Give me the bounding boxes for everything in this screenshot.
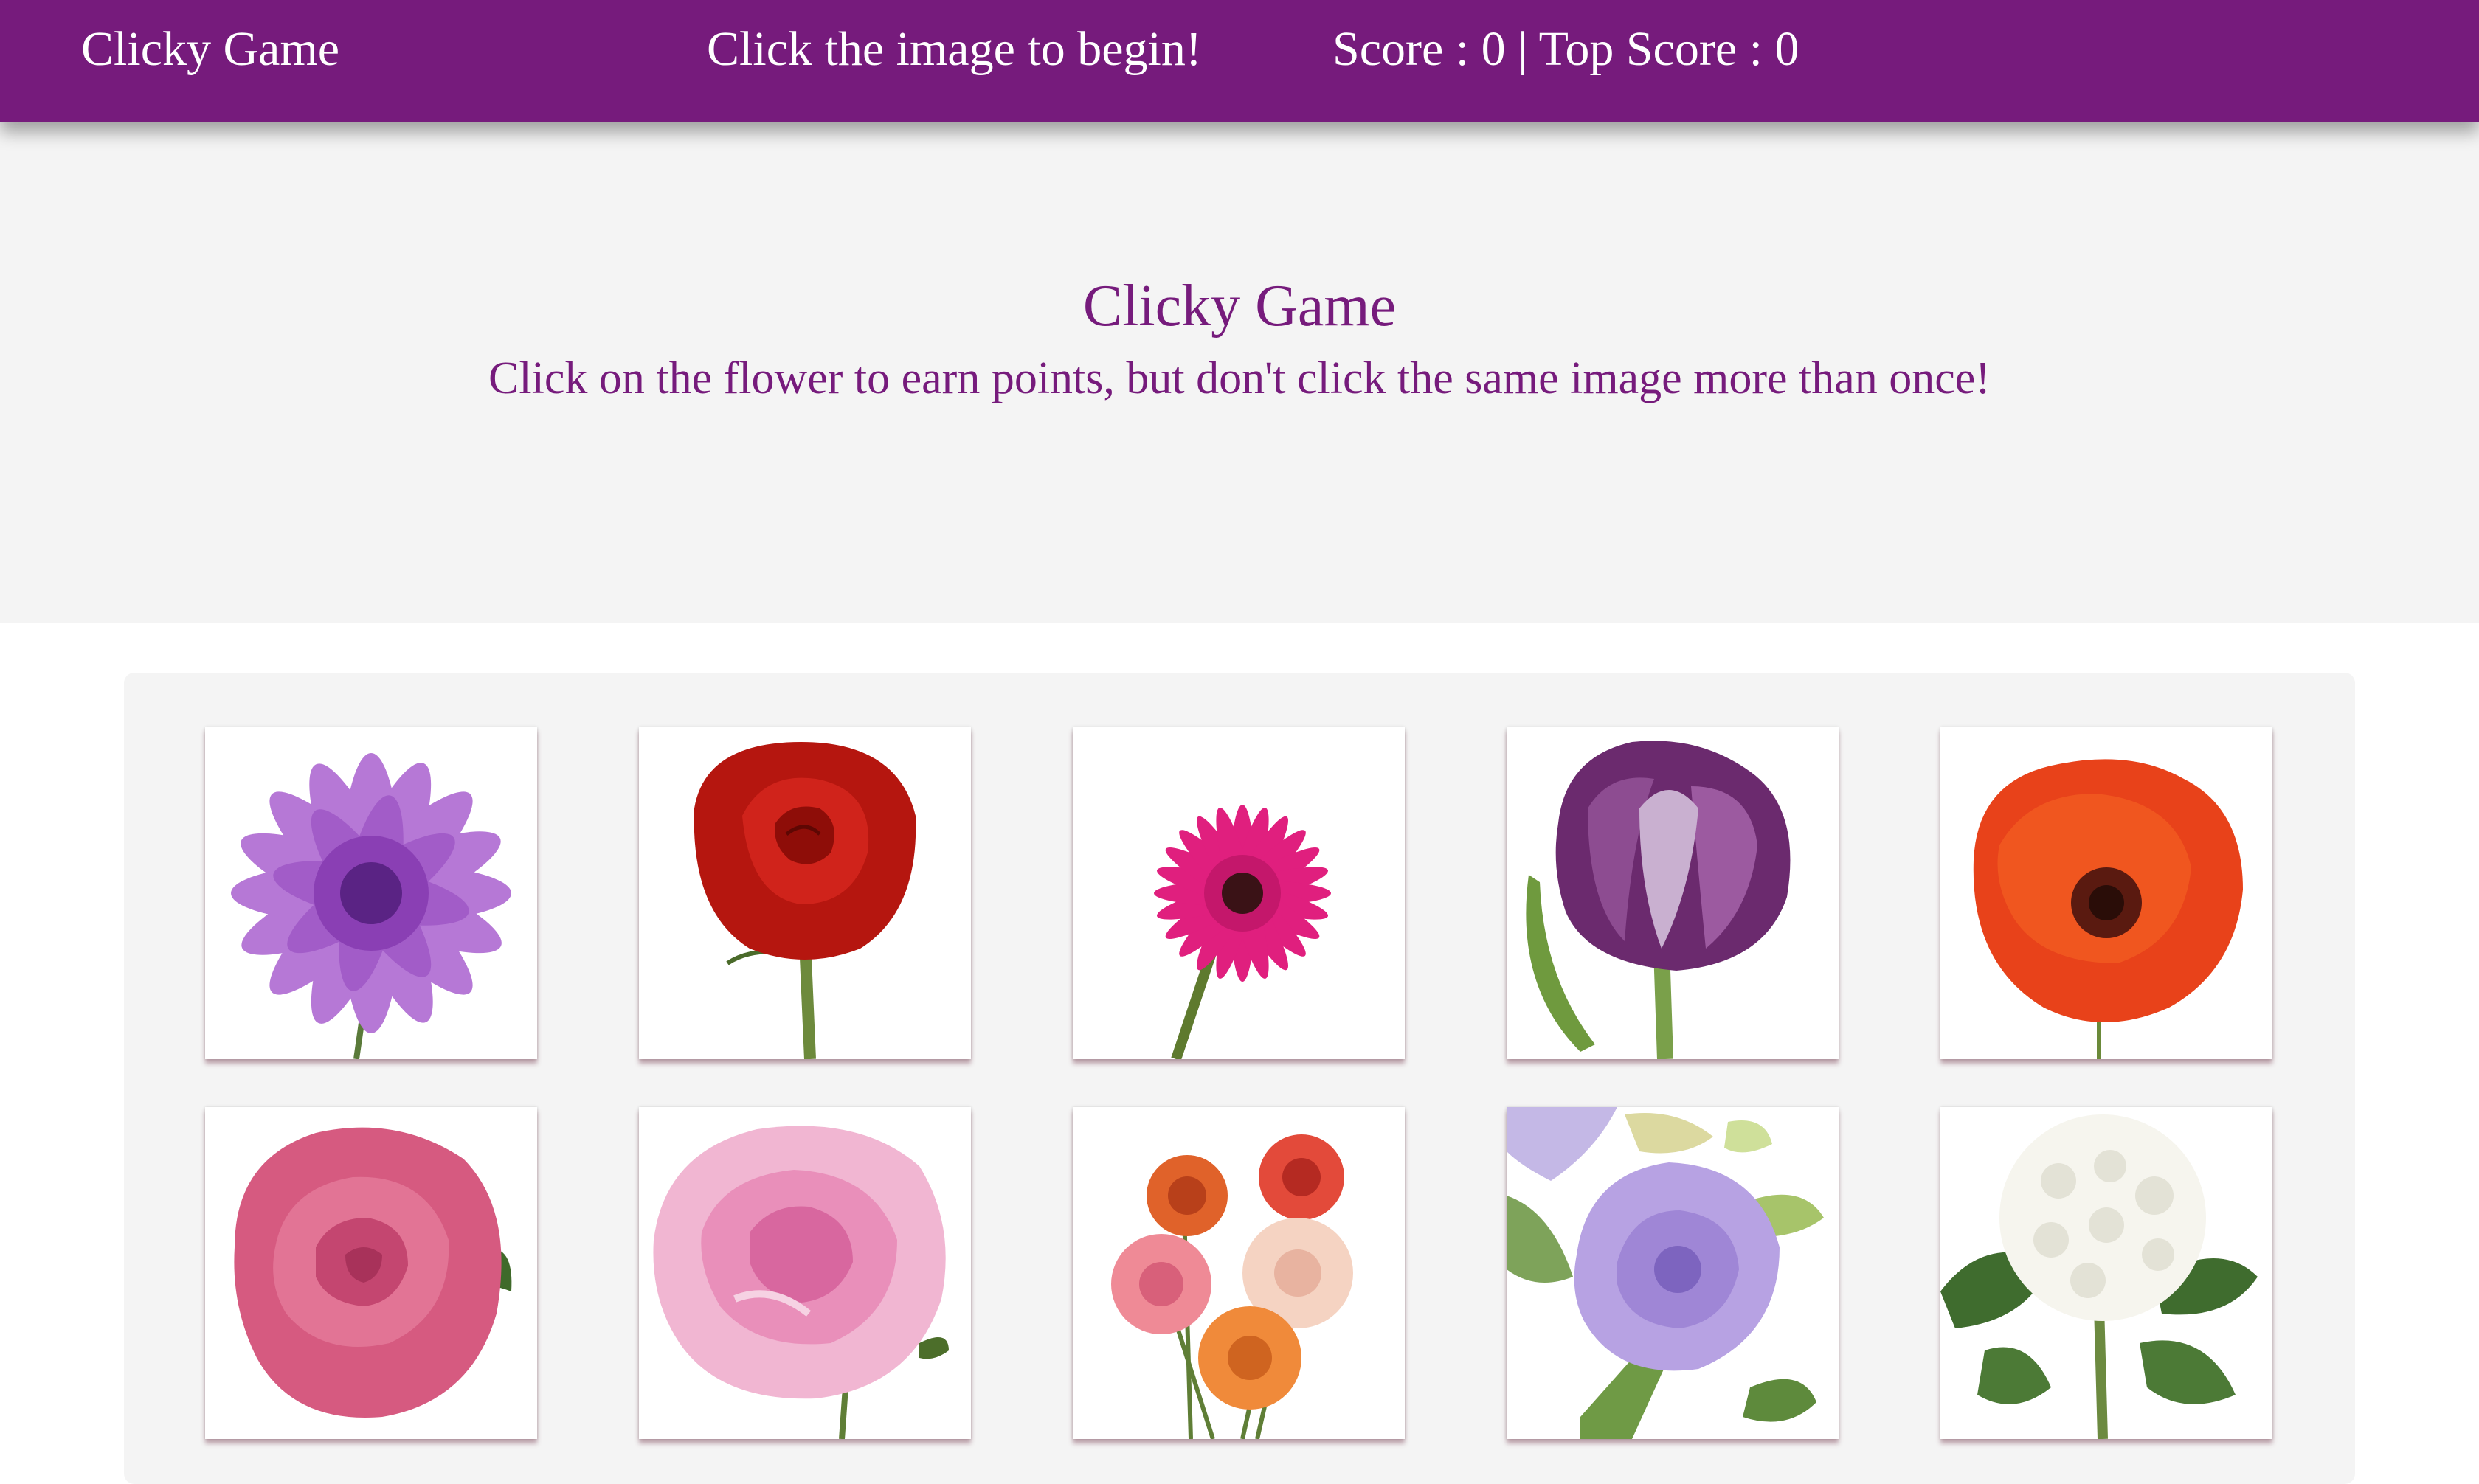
flower-card-bouquet[interactable] bbox=[1073, 1107, 1405, 1439]
brand-link[interactable]: Clicky Game bbox=[81, 19, 339, 80]
flower-card-tulip[interactable] bbox=[1507, 727, 1839, 1059]
flower-card-poppy[interactable] bbox=[1940, 727, 2272, 1059]
flower-card-lisianthus[interactable] bbox=[1507, 1107, 1839, 1439]
flower-card-dahlia[interactable] bbox=[205, 727, 537, 1059]
red-rose-image bbox=[694, 742, 916, 1059]
purple-dahlia-image bbox=[231, 753, 511, 1059]
pink-gerbera-image bbox=[1153, 805, 1332, 1059]
lisianthus-image bbox=[1507, 1107, 1824, 1439]
white-hydrangea-image bbox=[1940, 1114, 2258, 1439]
pink-rose-image bbox=[234, 1127, 512, 1418]
pink-peony-image bbox=[653, 1126, 949, 1439]
flower-card-gerbera[interactable] bbox=[1073, 727, 1405, 1059]
page-title: Clicky Game bbox=[1082, 274, 1397, 339]
jumbotron: Clicky Game Click on the flower to earn … bbox=[0, 122, 2479, 623]
card-grid bbox=[124, 673, 2355, 1484]
flower-card-pink-rose[interactable] bbox=[205, 1107, 537, 1439]
red-poppy-image bbox=[1973, 759, 2243, 1059]
rose-bouquet-image bbox=[1111, 1134, 1353, 1439]
flower-card-red-rose[interactable] bbox=[639, 727, 971, 1059]
instructions-text: Click on the flower to earn points, but … bbox=[488, 353, 1991, 403]
flower-card-peony[interactable] bbox=[639, 1107, 971, 1439]
score-display: Score : 0 | Top Score : 0 bbox=[1332, 22, 1799, 76]
navbar: Clicky Game Click the image to begin! Sc… bbox=[0, 0, 2479, 122]
purple-tulip-image bbox=[1526, 741, 1791, 1059]
status-message: Click the image to begin! bbox=[707, 22, 1202, 76]
flower-card-hydrangea[interactable] bbox=[1940, 1107, 2272, 1439]
